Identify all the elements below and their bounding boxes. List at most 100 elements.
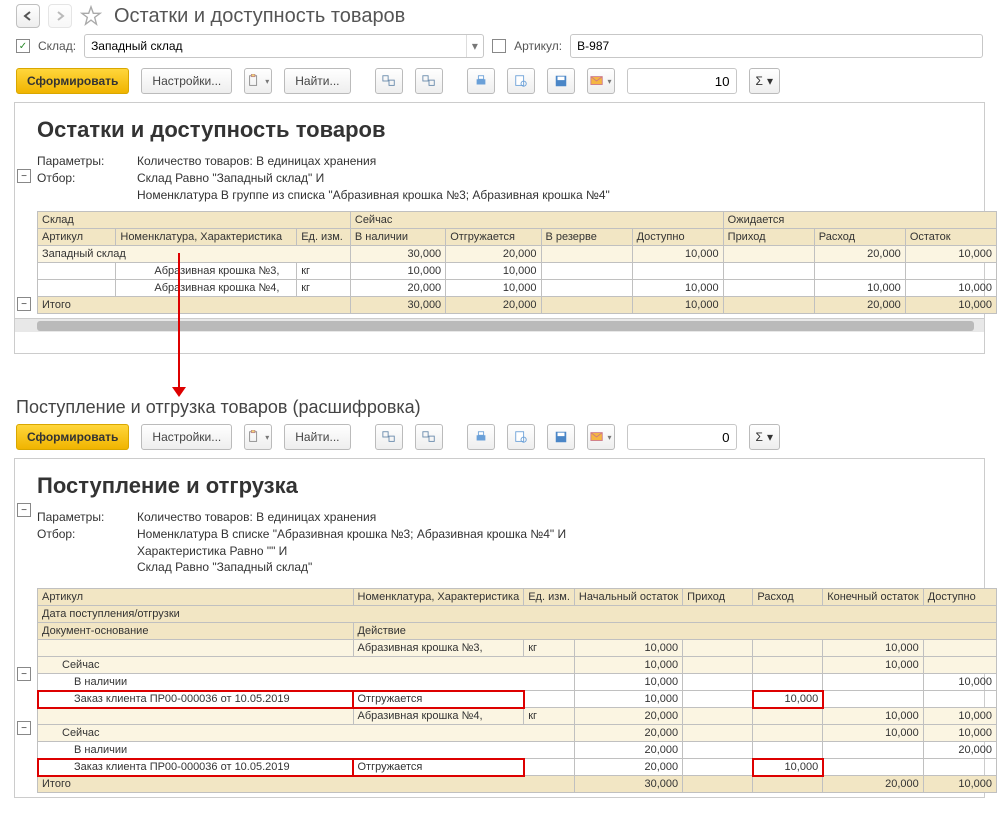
param-value: Количество товаров: В единицах хранения [137, 509, 376, 526]
preview-button-2[interactable] [507, 424, 535, 450]
clipboard-icon [247, 430, 261, 444]
cell-nom[interactable]: Абразивная крошка №4, [116, 280, 297, 297]
cell: 20,000 [446, 246, 541, 263]
stock-availability-table: Склад Сейчас Ожидается Артикул Номенклат… [37, 211, 997, 314]
cell-order[interactable]: Заказ клиента ПР00-000036 от 10.05.2019 [38, 691, 354, 708]
warehouse-checkbox[interactable]: ✓ [16, 39, 30, 53]
sigma-icon: Σ [756, 74, 763, 88]
find-button[interactable]: Найти... [284, 68, 350, 94]
col-sku: Артикул [38, 589, 354, 606]
receipt-shipment-table: Артикул Номенклатура, Характеристика Ед.… [37, 588, 997, 793]
settings-label: Настройки... [152, 430, 221, 444]
col-outgoing: Расход [814, 229, 905, 246]
generate-button[interactable]: Сформировать [16, 68, 129, 94]
cell-now[interactable]: Сейчас [38, 725, 575, 742]
cell-unit: кг [524, 708, 575, 725]
tree-collapse-button-2[interactable]: − [17, 503, 31, 517]
col-in: Приход [683, 589, 753, 606]
warehouse-select[interactable]: ▾ [84, 34, 484, 58]
magnifier-icon [514, 430, 528, 444]
email-button-2[interactable]: ▾ [587, 424, 615, 450]
sku-input-wrap[interactable] [570, 34, 983, 58]
cell: 30,000 [350, 246, 445, 263]
col-date: Дата поступления/отгрузки [38, 606, 997, 623]
sku-input[interactable] [571, 39, 982, 53]
find-label: Найти... [295, 430, 339, 444]
cell: 10,000 [923, 674, 996, 691]
cell-instock: В наличии [38, 674, 575, 691]
cell-instock: В наличии [38, 742, 575, 759]
find-button-2[interactable]: Найти... [284, 424, 350, 450]
entries-count-input[interactable] [627, 68, 737, 94]
variants-button-2[interactable]: ▾ [244, 424, 272, 450]
cell: 20,000 [446, 297, 541, 314]
param-label: Параметры: [37, 509, 117, 526]
settings-button-2[interactable]: Настройки... [141, 424, 232, 450]
report2-heading: Поступление и отгрузка [37, 473, 974, 499]
cell: 10,000 [923, 708, 996, 725]
cell-now[interactable]: Сейчас [38, 657, 575, 674]
printer-icon [474, 430, 488, 444]
cell-order[interactable]: Заказ клиента ПР00-000036 от 10.05.2019 [38, 759, 354, 776]
cell-nom[interactable]: Абразивная крошка №3, [353, 640, 524, 657]
col-avail: Доступно [632, 229, 723, 246]
cell: 10,000 [814, 280, 905, 297]
warehouse-input[interactable] [85, 39, 466, 53]
tree-collapse-button[interactable]: − [17, 169, 31, 183]
sku-checkbox[interactable]: ✓ [492, 39, 506, 53]
diskette-icon [554, 430, 568, 444]
warehouse-label: Склад: [38, 39, 76, 53]
settings-label: Настройки... [152, 74, 221, 88]
generate-button-2[interactable]: Сформировать [16, 424, 129, 450]
tree-collapse-g2[interactable]: − [17, 721, 31, 735]
save-button[interactable] [547, 68, 575, 94]
col-avail: Доступно [923, 589, 996, 606]
printer-icon [474, 74, 488, 88]
nav-forward-button[interactable] [48, 4, 72, 28]
cell: 10,000 [574, 691, 682, 708]
col-unit: Ед. изм. [297, 229, 351, 246]
cell-nom[interactable]: Абразивная крошка №3, [116, 263, 297, 280]
sum-button-2[interactable]: Σ▾ [749, 424, 780, 450]
col-doc: Документ-основание [38, 623, 354, 640]
favorite-star-icon[interactable] [80, 5, 102, 27]
cell: 20,000 [350, 280, 445, 297]
sum-button[interactable]: Σ▾ [749, 68, 780, 94]
settings-button[interactable]: Настройки... [141, 68, 232, 94]
print-button-2[interactable] [467, 424, 495, 450]
group-warehouse[interactable]: Западный склад [38, 246, 351, 263]
entries-count-input-2[interactable] [627, 424, 737, 450]
collapse-groups-button-2[interactable] [415, 424, 443, 450]
diskette-icon [554, 74, 568, 88]
nav-back-button[interactable] [16, 4, 40, 28]
tree-collapse-row-button[interactable]: − [17, 297, 31, 311]
filter-value-2: Номенклатура В группе из списка "Абразив… [137, 187, 610, 204]
variants-button[interactable]: ▾ [244, 68, 272, 94]
cell-action: Отгружается [353, 759, 524, 776]
collapse-icon [422, 430, 436, 444]
expand-groups-button-2[interactable] [375, 424, 403, 450]
tree-collapse-g1[interactable]: − [17, 667, 31, 681]
expand-groups-button[interactable] [375, 68, 403, 94]
print-button[interactable] [467, 68, 495, 94]
email-button[interactable]: ▾ [587, 68, 615, 94]
chevron-down-icon[interactable]: ▾ [466, 35, 483, 57]
col-shipping: Отгружается [446, 229, 541, 246]
col-reserved: В резерве [541, 229, 632, 246]
collapse-groups-button[interactable] [415, 68, 443, 94]
cell: 30,000 [350, 297, 445, 314]
footer-label: Итого [38, 297, 351, 314]
cell-nom[interactable]: Абразивная крошка №4, [353, 708, 524, 725]
drilldown-arrow-icon [178, 253, 180, 389]
col-warehouse: Склад [38, 212, 351, 229]
horizontal-scrollbar[interactable] [15, 318, 984, 332]
col-incoming: Приход [723, 229, 814, 246]
save-button-2[interactable] [547, 424, 575, 450]
cell: 10,000 [574, 657, 682, 674]
filter-v1: Номенклатура В списке "Абразивная крошка… [137, 526, 566, 543]
find-label: Найти... [295, 74, 339, 88]
cell: 10,000 [574, 674, 682, 691]
col-unit: Ед. изм. [524, 589, 575, 606]
preview-button[interactable] [507, 68, 535, 94]
cell: 10,000 [632, 246, 723, 263]
